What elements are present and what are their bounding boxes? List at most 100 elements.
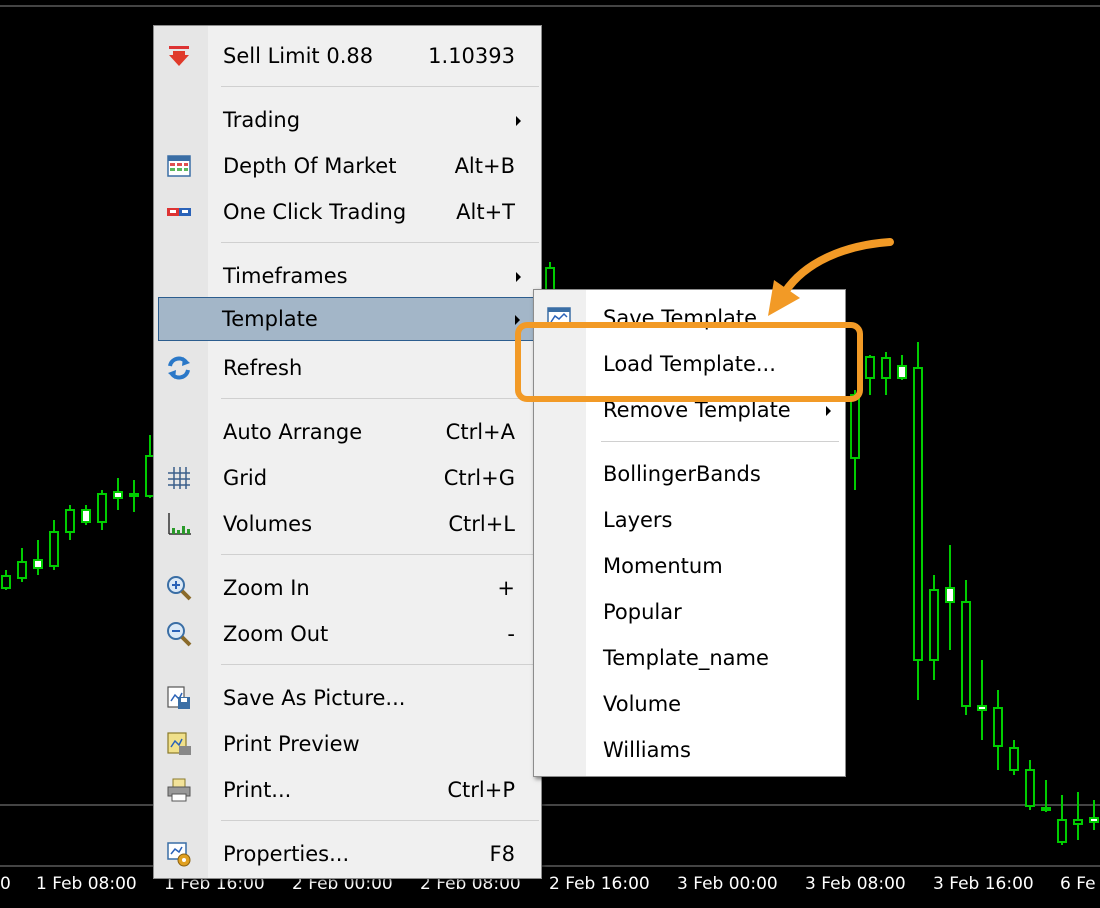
candle-body <box>1073 819 1083 825</box>
submenu-item-template[interactable]: Williams <box>536 728 843 772</box>
time-tick: 1 Feb 08:00 <box>36 874 137 894</box>
candle-body <box>1009 747 1019 771</box>
menu-item-refresh[interactable]: Refresh <box>156 346 539 390</box>
time-tick: 3 Feb 00:00 <box>677 874 778 894</box>
candle-body <box>1025 769 1035 807</box>
menu-item-zoom-out[interactable]: Zoom Out - <box>156 612 539 656</box>
candle-body <box>81 509 91 523</box>
menu-item-shortcut: Ctrl+L <box>448 512 515 536</box>
menu-item-sell-limit[interactable]: Sell Limit 0.88 1.10393 <box>156 34 539 78</box>
submenu-item-template[interactable]: Template_name <box>536 636 843 680</box>
menu-item-shortcut: Ctrl+P <box>447 778 515 802</box>
menu-separator <box>221 86 539 87</box>
menu-item-trading[interactable]: Trading <box>156 98 539 142</box>
time-tick: 2 Feb 16:00 <box>549 874 650 894</box>
one-click-trading-icon <box>167 208 191 216</box>
candle-body <box>1 575 11 589</box>
menu-item-label: Momentum <box>603 554 723 578</box>
menu-item-label: Timeframes <box>223 264 348 288</box>
candle-body <box>961 601 971 707</box>
load-template-highlight <box>515 322 863 402</box>
menu-item-save-as-picture[interactable]: Save As Picture... <box>156 676 539 720</box>
menu-item-label: Depth Of Market <box>223 154 397 178</box>
menu-item-label: Williams <box>603 738 691 762</box>
menu-item-shortcut: Alt+B <box>454 154 515 178</box>
menu-item-label: Save As Picture... <box>223 686 406 710</box>
submenu-item-template[interactable]: Popular <box>536 590 843 634</box>
menu-item-shortcut: F8 <box>489 842 515 866</box>
candle-body <box>850 394 860 459</box>
menu-item-label: Volumes <box>223 512 313 536</box>
menu-item-label: Sell Limit 0.88 <box>223 44 374 68</box>
sell-arrow-icon <box>169 46 189 66</box>
submenu-arrow-icon <box>516 272 521 282</box>
submenu-item-template[interactable]: Volume <box>536 682 843 726</box>
menu-item-shortcut: Alt+T <box>456 200 515 224</box>
save-picture-icon <box>167 686 190 709</box>
candle-body <box>97 493 107 523</box>
menu-separator <box>221 664 539 665</box>
menu-item-label: BollingerBands <box>603 462 761 486</box>
grid-icon <box>168 467 190 489</box>
time-tick: 3 Feb 08:00 <box>805 874 906 894</box>
candle-body <box>545 267 555 291</box>
time-tick: 3 Feb 16:00 <box>933 874 1034 894</box>
menu-item-label: Print Preview <box>223 732 360 756</box>
submenu-item-template[interactable]: Layers <box>536 498 843 542</box>
menu-item-label: Properties... <box>223 842 350 866</box>
menu-item-shortcut: + <box>497 576 515 600</box>
menu-item-shortcut: Ctrl+G <box>443 466 515 490</box>
menu-separator <box>221 554 539 555</box>
candle-body <box>993 707 1003 747</box>
menu-separator <box>221 398 539 399</box>
menu-item-label: Zoom In <box>223 576 310 600</box>
menu-item-grid[interactable]: Grid Ctrl+G <box>156 456 539 500</box>
candle-body <box>129 493 139 497</box>
submenu-arrow-icon <box>826 406 831 416</box>
time-tick: 6 Fe <box>1060 874 1096 894</box>
candle-body <box>1089 817 1099 823</box>
depth-of-market-icon <box>167 155 191 177</box>
candle-body <box>897 365 907 379</box>
menu-item-print[interactable]: Print... Ctrl+P <box>156 768 539 812</box>
menu-item-zoom-in[interactable]: Zoom In + <box>156 566 539 610</box>
menu-item-auto-arrange[interactable]: Auto Arrange Ctrl+A <box>156 410 539 454</box>
menu-item-label: Zoom Out <box>223 622 329 646</box>
candle-body <box>929 589 939 661</box>
menu-item-label: Trading <box>223 108 301 132</box>
candle-body <box>17 561 27 579</box>
menu-separator <box>221 820 539 821</box>
menu-item-label: Template_name <box>603 646 769 670</box>
candle-body <box>977 705 987 711</box>
volumes-icon <box>168 513 191 535</box>
menu-item-label: Refresh <box>223 356 303 380</box>
menu-item-shortcut: Ctrl+A <box>445 420 515 444</box>
time-tick: 0 <box>0 874 11 894</box>
candle-body <box>113 491 123 499</box>
properties-icon <box>167 842 191 867</box>
menu-item-label: Auto Arrange <box>223 420 363 444</box>
candle-body <box>913 367 923 661</box>
menu-item-depth-of-market[interactable]: Depth Of Market Alt+B <box>156 144 539 188</box>
candle-body <box>65 509 75 533</box>
menu-item-label: Grid <box>223 466 268 490</box>
menu-separator <box>221 242 539 243</box>
menu-item-shortcut: - <box>507 622 515 646</box>
menu-item-price: 1.10393 <box>428 44 515 68</box>
menu-item-volumes[interactable]: Volumes Ctrl+L <box>156 502 539 546</box>
menu-item-timeframes[interactable]: Timeframes <box>156 254 539 298</box>
candle-body <box>33 559 43 569</box>
menu-item-properties[interactable]: Properties... F8 <box>156 832 539 876</box>
menu-item-print-preview[interactable]: Print Preview <box>156 722 539 766</box>
submenu-item-template[interactable]: BollingerBands <box>536 452 843 496</box>
menu-item-one-click-trading[interactable]: One Click Trading Alt+T <box>156 190 539 234</box>
zoom-out-icon <box>167 622 192 647</box>
submenu-item-template[interactable]: Momentum <box>536 544 843 588</box>
menu-item-label: Layers <box>603 508 673 532</box>
candle-body <box>945 587 955 603</box>
candle-body <box>49 531 59 567</box>
menu-item-template[interactable]: Template <box>158 297 537 341</box>
submenu-arrow-icon <box>516 116 521 126</box>
candle-body <box>1041 807 1051 811</box>
refresh-icon <box>168 356 190 380</box>
